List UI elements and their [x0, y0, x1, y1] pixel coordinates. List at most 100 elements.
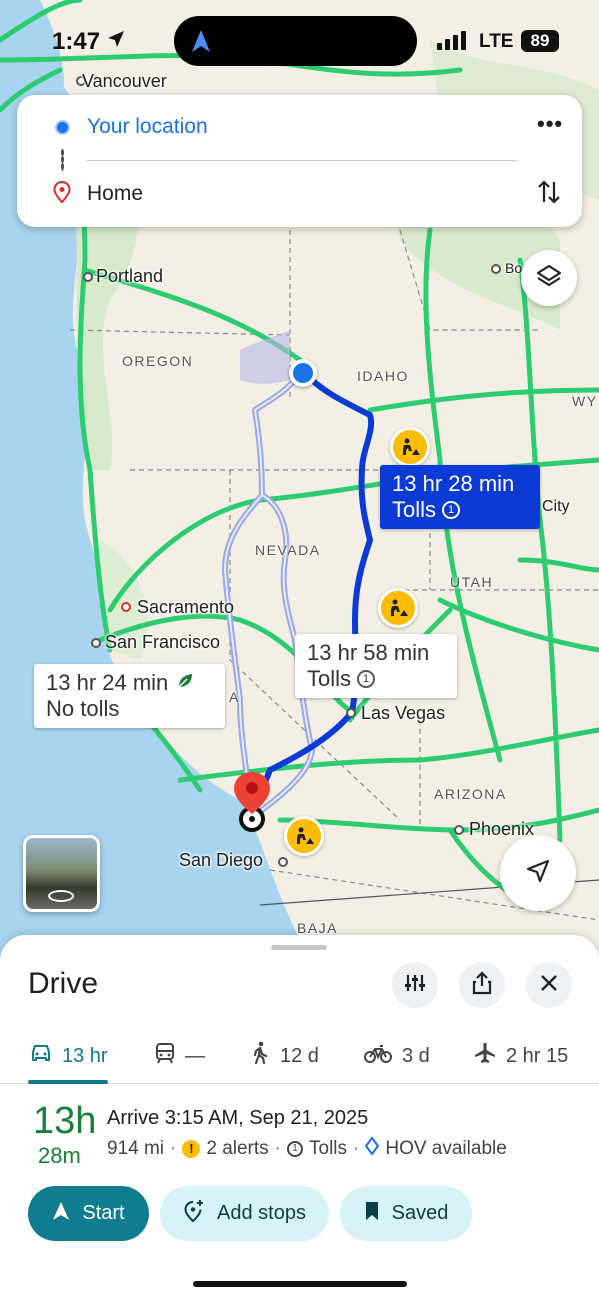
navigation-arrow-icon	[525, 858, 551, 889]
bike-icon	[364, 1043, 392, 1069]
start-button[interactable]: Start	[28, 1186, 149, 1241]
city-dot-las-vegas	[346, 708, 356, 718]
field-divider	[87, 160, 517, 161]
tab-flight-label: 2 hr 15	[506, 1044, 569, 1067]
arrival-time: Arrive 3:15 AM, Sep 21, 2025	[107, 1107, 369, 1129]
swap-icon	[537, 180, 561, 210]
city-label-partial: City	[542, 498, 570, 515]
close-icon	[540, 974, 558, 997]
city-label-boise: Bo	[505, 260, 523, 276]
tab-bike-label: 3 d	[402, 1044, 430, 1067]
alerts-count[interactable]: 2 alerts	[206, 1138, 268, 1160]
close-button[interactable]	[526, 962, 572, 1008]
tab-transit-label: —	[185, 1044, 205, 1067]
route-connector-icon	[61, 149, 64, 171]
route-options-button[interactable]	[392, 962, 438, 1008]
walk-icon	[250, 1041, 270, 1071]
transit-icon	[155, 1042, 175, 1070]
destination-pin	[230, 770, 274, 832]
destination-field[interactable]: Home	[87, 182, 143, 206]
route-callout-note: Tolls	[307, 666, 352, 691]
tolls-label: Tolls	[309, 1138, 348, 1159]
state-label-baja: BAJA	[297, 920, 339, 936]
more-options-button[interactable]: •••	[537, 111, 563, 137]
sheet-grabber[interactable]	[271, 945, 327, 950]
city-dot-portland	[83, 272, 93, 282]
separator: ·	[353, 1138, 360, 1159]
saved-button[interactable]: Saved	[340, 1186, 472, 1241]
home-indicator[interactable]	[193, 1281, 407, 1287]
start-label: Start	[82, 1202, 125, 1224]
street-view-thumbnail[interactable]	[23, 835, 100, 912]
route-callout-time: 13 hr 28 min	[392, 471, 515, 496]
route-callout-time: 13 hr 24 min	[46, 670, 169, 695]
share-icon	[471, 970, 493, 1000]
state-label-oregon: OREGON	[122, 353, 194, 369]
alert-icon: !	[182, 1140, 201, 1158]
city-dot-sacramento	[121, 602, 131, 612]
layers-button[interactable]	[521, 250, 577, 306]
distance: 914 mi	[107, 1138, 165, 1159]
state-label-a: A	[229, 689, 240, 705]
route-callout-alt[interactable]: 13 hr 24 min No tolls	[34, 664, 225, 728]
eco-leaf-icon	[176, 670, 194, 696]
duration-hours: 13h	[33, 1100, 97, 1142]
add-stops-button[interactable]: Add stops	[160, 1186, 329, 1241]
recenter-button[interactable]	[500, 835, 576, 911]
status-bar: 1:47 LTE 89	[0, 0, 599, 80]
tab-walk[interactable]: 12 d	[250, 1030, 319, 1082]
tune-icon	[404, 972, 426, 999]
saved-label: Saved	[391, 1202, 449, 1224]
layers-icon	[535, 262, 563, 295]
rotate-360-icon	[48, 890, 74, 902]
route-callout-time: 13 hr 58 min	[307, 640, 430, 665]
toll-icon: 1	[287, 1141, 303, 1157]
tab-drive[interactable]: 13 hr	[30, 1030, 108, 1082]
bookmark-icon	[364, 1201, 380, 1227]
city-dot-san-francisco	[91, 638, 101, 648]
add-location-icon	[183, 1199, 205, 1229]
route-callout-note: No tolls	[46, 696, 120, 721]
construction-alert-icon[interactable]	[390, 427, 430, 467]
route-callout-primary[interactable]: 13 hr 28 min Tolls 1	[380, 465, 540, 529]
travel-mode-tabs: 13 hr — 12 d 3 d 2 hr 15	[0, 1030, 599, 1084]
toll-icon: 1	[357, 670, 376, 688]
origin-dot-icon	[55, 120, 70, 135]
tab-flight[interactable]: 2 hr 15	[474, 1030, 568, 1082]
city-label-sacramento: Sacramento	[137, 597, 235, 617]
tab-drive-label: 13 hr	[62, 1044, 108, 1067]
route-callout-alt[interactable]: 13 hr 58 min Tolls 1	[295, 634, 457, 698]
origin-marker	[289, 359, 317, 387]
city-dot-san-diego	[278, 857, 288, 867]
status-time-text: 1:47	[52, 28, 101, 55]
separator: ·	[274, 1138, 281, 1159]
swap-directions-button[interactable]	[537, 178, 561, 211]
construction-alert-icon[interactable]	[284, 816, 324, 856]
navigation-start-icon	[52, 1201, 70, 1227]
active-tab-indicator	[28, 1080, 108, 1084]
state-label-idaho: IDAHO	[357, 368, 409, 384]
flight-icon	[474, 1042, 496, 1070]
duration-minutes: 28m	[38, 1143, 81, 1168]
sheet-title: Drive	[28, 967, 99, 1000]
directions-sheet: Drive 13 hr — 12 d 3 d 2 hr 15 13h 28m A…	[0, 935, 599, 1300]
tab-transit[interactable]: —	[155, 1030, 205, 1082]
network-type: LTE	[479, 31, 514, 52]
city-label-portland: Portland	[96, 266, 164, 286]
battery-indicator: 89	[521, 30, 559, 52]
construction-alert-icon[interactable]	[378, 588, 418, 628]
hov-label: HOV available	[385, 1138, 507, 1159]
navigation-icon	[190, 28, 212, 59]
state-label-wy: WY	[572, 393, 598, 409]
city-dot-boise	[491, 264, 501, 274]
state-label-arizona: ARIZONA	[434, 786, 507, 802]
state-label-utah: UTAH	[450, 574, 494, 590]
route-search-card: Your location ••• Home	[17, 95, 582, 227]
hov-icon	[365, 1136, 380, 1161]
dynamic-island	[174, 16, 417, 66]
tab-bike[interactable]: 3 d	[364, 1030, 430, 1082]
origin-field[interactable]: Your location	[87, 115, 208, 139]
city-label-san-diego: San Diego	[179, 850, 264, 870]
state-label-nevada: NEVADA	[255, 542, 321, 558]
share-button[interactable]	[459, 962, 505, 1008]
